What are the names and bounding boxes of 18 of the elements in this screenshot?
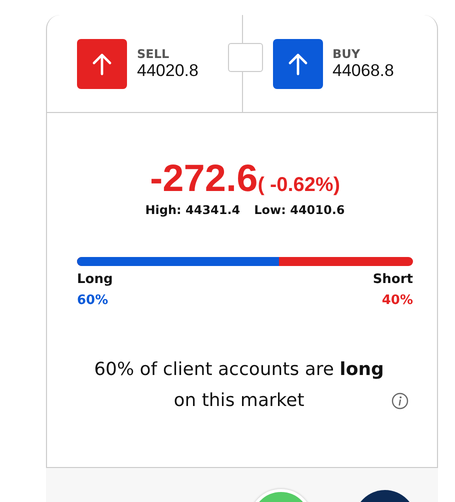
quote-price: 44068.8	[332, 60, 394, 80]
change-value: -272.6	[150, 158, 258, 201]
change-percent: ( -0.62%)	[258, 174, 340, 197]
high-value: High: 44341.4	[145, 203, 240, 217]
sentiment-summary: 60% of client accounts are long on this market	[93, 358, 385, 413]
quote-price: 44020.8	[137, 60, 198, 80]
long-label: Long	[77, 272, 113, 287]
trade-button[interactable]	[77, 38, 127, 88]
short-percent: 40%	[382, 293, 413, 308]
trade-button[interactable]	[272, 38, 322, 88]
short-label: Short	[372, 272, 413, 287]
long-percent: 60%	[77, 293, 108, 308]
quote-label: BUY	[332, 46, 362, 60]
low-value: Low: 44010.6	[254, 203, 345, 217]
info-icon[interactable]	[391, 392, 409, 410]
arrow-up-icon	[91, 52, 113, 76]
arrow-up-icon	[286, 52, 308, 76]
quote-label: SELL	[137, 46, 170, 60]
